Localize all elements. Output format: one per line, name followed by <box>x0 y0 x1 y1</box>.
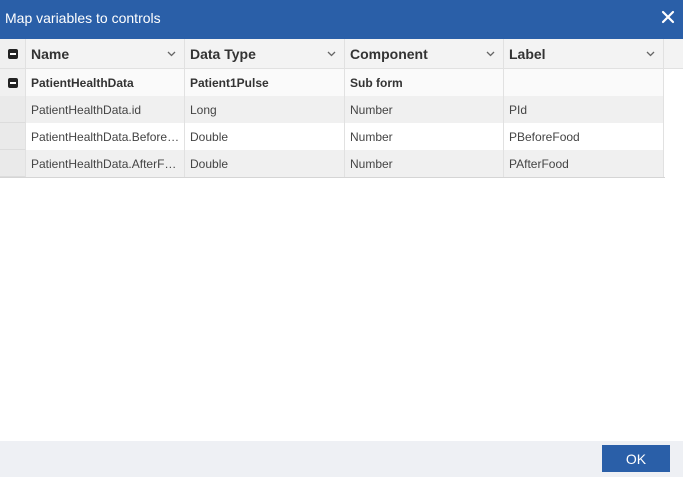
close-icon[interactable] <box>661 10 675 24</box>
column-header-label-col[interactable]: Label <box>504 39 664 68</box>
cell-data-type[interactable]: Long <box>185 96 345 123</box>
group-collapse-toggle[interactable] <box>0 69 26 96</box>
cell-name[interactable]: PatientHealthData.AfterF… <box>26 150 185 177</box>
dialog-footer <box>0 441 683 477</box>
row-handle[interactable] <box>0 150 26 177</box>
column-header-component[interactable]: Component <box>345 39 504 68</box>
dialog-titlebar: Map variables to controls <box>0 0 683 39</box>
cell-data-type[interactable]: Patient1Pulse <box>185 69 345 96</box>
column-header-data-type[interactable]: Data Type <box>185 39 345 68</box>
cell-data-type[interactable]: Double <box>185 150 345 177</box>
group-row[interactable]: PatientHealthData Patient1Pulse Sub form <box>0 69 683 96</box>
chevron-down-icon[interactable] <box>327 51 336 57</box>
cell-label[interactable]: PId <box>504 96 664 123</box>
ok-button[interactable]: OK <box>602 445 670 472</box>
cell-name[interactable]: PatientHealthData.Before… <box>26 123 185 150</box>
column-header-name[interactable]: Name <box>26 39 185 68</box>
row-handle[interactable] <box>0 123 26 150</box>
table-row[interactable]: PatientHealthData.id Long Number PId <box>0 96 683 123</box>
header-scroll-spacer <box>664 39 683 68</box>
column-header-label: Label <box>509 45 546 62</box>
cell-label[interactable]: PAfterFood <box>504 150 664 177</box>
cell-component[interactable]: Number <box>345 150 504 177</box>
minus-icon <box>7 77 18 88</box>
cell-label[interactable] <box>504 69 664 96</box>
cell-component[interactable]: Number <box>345 96 504 123</box>
row-handle[interactable] <box>0 96 26 123</box>
cell-name[interactable]: PatientHealthData <box>26 69 185 96</box>
variables-grid: Name Data Type Component Label PatientHe… <box>0 39 683 178</box>
grid-header-row: Name Data Type Component Label <box>0 39 683 69</box>
cell-component[interactable]: Number <box>345 123 504 150</box>
minus-icon <box>7 48 18 59</box>
column-header-label: Data Type <box>190 45 256 62</box>
table-row[interactable]: PatientHealthData.Before… Double Number … <box>0 123 683 150</box>
cell-label[interactable]: PBeforeFood <box>504 123 664 150</box>
dialog-title: Map variables to controls <box>5 10 161 26</box>
chevron-down-icon[interactable] <box>167 51 176 57</box>
collapse-all-toggle[interactable] <box>0 39 26 68</box>
table-row[interactable]: PatientHealthData.AfterF… Double Number … <box>0 150 665 178</box>
cell-data-type[interactable]: Double <box>185 123 345 150</box>
chevron-down-icon[interactable] <box>646 51 655 57</box>
chevron-down-icon[interactable] <box>486 51 495 57</box>
cell-component[interactable]: Sub form <box>345 69 504 96</box>
column-header-label: Component <box>350 45 428 62</box>
cell-name[interactable]: PatientHealthData.id <box>26 96 185 123</box>
column-header-label: Name <box>31 45 70 62</box>
